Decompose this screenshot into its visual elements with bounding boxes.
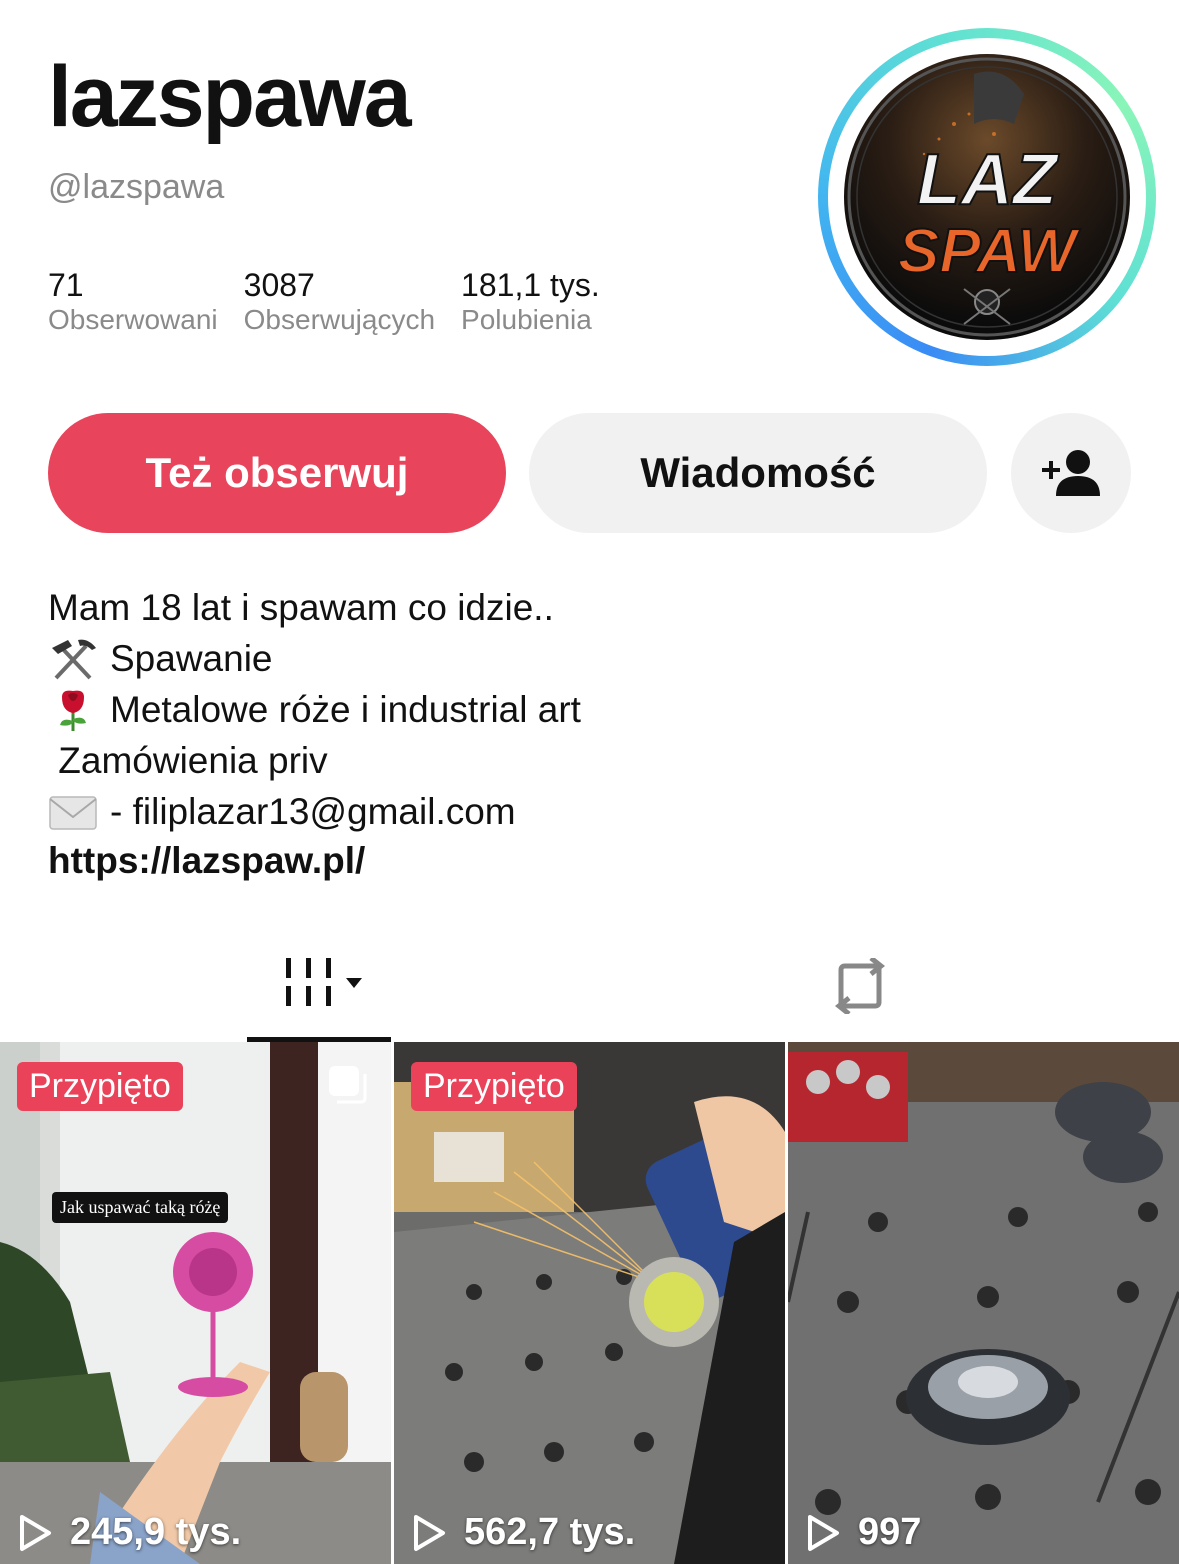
follow-back-button[interactable]: Też obserwuj	[48, 413, 506, 533]
stat-followers-value: 3087	[243, 267, 315, 303]
avatar-text-bottom: SPAW	[898, 217, 1080, 286]
bio-line: Spawanie	[48, 633, 581, 684]
tab-videos[interactable]	[247, 930, 391, 1042]
envelope-icon	[49, 795, 97, 830]
avatar[interactable]: LAZ SPAW	[818, 28, 1156, 366]
bio-text: Mam 18 lat i spawam co idzie..	[48, 587, 554, 628]
view-count: 245,9 tys.	[18, 1511, 241, 1554]
pinned-badge: Przypięto	[411, 1062, 577, 1111]
stat-followers-label: Obserwujących	[243, 304, 436, 336]
profile-handle: @lazspawa	[48, 168, 225, 206]
stat-followers[interactable]: 3087 Obserwujących	[243, 267, 436, 337]
avatar-border: LAZ SPAW	[828, 38, 1146, 356]
avatar-logo: LAZ SPAW	[847, 57, 1127, 337]
view-count-text: 562,7 tys.	[464, 1511, 636, 1553]
video-caption: Jak uspawać taką różę	[52, 1192, 229, 1223]
stat-following[interactable]: 71 Obserwowani	[48, 267, 218, 337]
chevron-down-icon	[346, 978, 362, 988]
hammer-pick-icon	[52, 639, 96, 679]
profile-tabs	[0, 930, 1179, 1042]
profile-bio: Mam 18 lat i spawam co idzie.. Spawanie …	[48, 582, 581, 837]
profile-stats: 71 Obserwowani 3087 Obserwujących 181,1 …	[48, 267, 626, 337]
video-tile[interactable]: Przypięto 562,7 tys.	[394, 1042, 785, 1564]
pinned-badge: Przypięto	[17, 1062, 183, 1111]
video-thumbnail	[394, 1042, 785, 1564]
play-icon	[808, 1514, 839, 1551]
bio-line: Metalowe róże i industrial art	[48, 684, 581, 735]
video-grid: Jak uspawać taką różę Przypięto 245,9 ty…	[0, 1042, 1179, 1564]
view-count-text: 245,9 tys.	[70, 1511, 242, 1553]
bio-text: Metalowe róże i industrial art	[110, 689, 581, 730]
bio-text: - filiplazar13@gmail.com	[110, 791, 516, 832]
tab-reposts[interactable]	[790, 930, 930, 1042]
video-thumbnail	[0, 1042, 391, 1564]
rose-icon	[60, 690, 86, 731]
view-count: 562,7 tys.	[412, 1511, 635, 1554]
stat-following-label: Obserwowani	[48, 304, 218, 336]
view-count: 997	[806, 1511, 921, 1554]
view-count-text: 997	[858, 1511, 922, 1553]
video-tile[interactable]: Jak uspawać taką różę Przypięto 245,9 ty…	[0, 1042, 391, 1564]
profile-display-name: lazspawa	[48, 49, 412, 145]
message-label: Wiadomość	[640, 449, 876, 496]
bio-text: Zamówienia priv	[48, 740, 328, 781]
bio-line: Mam 18 lat i spawam co idzie..	[48, 582, 581, 633]
profile-link[interactable]: https://lazspaw.pl/	[48, 840, 365, 882]
follow-back-label: Też obserwuj	[145, 449, 409, 496]
bio-line: Zamówienia priv	[48, 735, 581, 786]
stat-likes-label: Polubienia	[461, 304, 592, 336]
video-thumbnail	[788, 1042, 1179, 1564]
video-tile[interactable]: 997	[788, 1042, 1179, 1564]
grid-icon	[286, 958, 362, 1006]
bio-text: Spawanie	[110, 638, 273, 679]
avatar-text-top: LAZ	[917, 140, 1060, 220]
avatar-image: LAZ SPAW	[844, 54, 1130, 340]
add-user-icon	[1042, 450, 1100, 496]
play-icon	[414, 1514, 445, 1551]
stat-following-value: 71	[48, 267, 84, 303]
play-icon	[20, 1514, 51, 1551]
multi-image-icon	[329, 1066, 367, 1104]
stat-likes[interactable]: 181,1 tys. Polubienia	[461, 267, 600, 337]
repost-icon	[834, 958, 886, 1014]
bio-line: - filiplazar13@gmail.com	[48, 786, 581, 837]
message-button[interactable]: Wiadomość	[529, 413, 987, 533]
add-friend-button[interactable]	[1011, 413, 1131, 533]
stat-likes-value: 181,1 tys.	[461, 267, 600, 303]
